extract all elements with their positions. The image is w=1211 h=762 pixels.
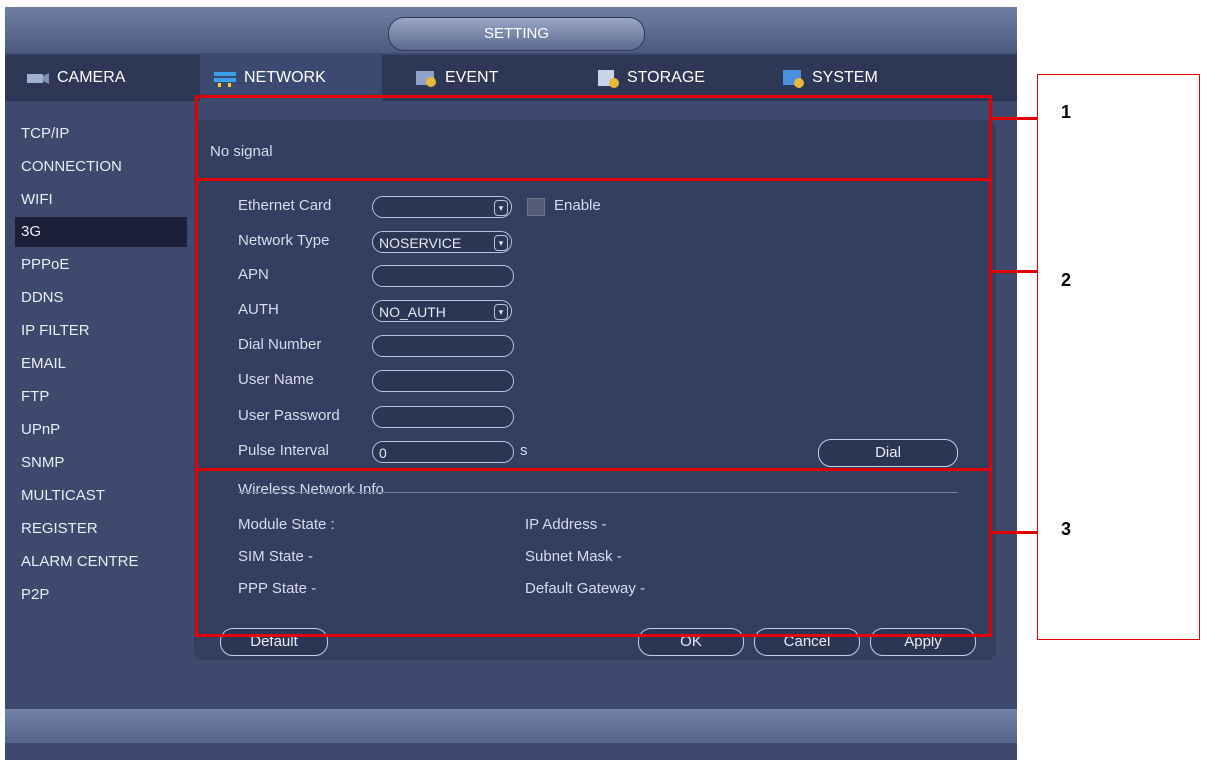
annotation-connector-3 bbox=[992, 531, 1037, 534]
annotation-connector-2 bbox=[992, 270, 1037, 273]
sidebar-item-multicast[interactable]: MULTICAST bbox=[15, 481, 187, 511]
system-icon bbox=[783, 70, 804, 88]
sidebar-item-ddns[interactable]: DDNS bbox=[15, 283, 187, 313]
annotation-box-3 bbox=[195, 468, 992, 637]
camera-icon bbox=[27, 73, 49, 84]
annotation-callout-frame bbox=[1037, 74, 1200, 640]
sidebar-item-register[interactable]: REGISTER bbox=[15, 514, 187, 544]
sidebar-item-alarm-centre[interactable]: ALARM CENTRE bbox=[15, 547, 187, 577]
annotation-number-1: 1 bbox=[1061, 102, 1072, 122]
sidebar-item-connection[interactable]: CONNECTION bbox=[15, 152, 187, 182]
annotation-box-1 bbox=[195, 95, 992, 181]
annotation-connector-1 bbox=[992, 117, 1037, 120]
storage-icon bbox=[598, 70, 619, 88]
title-bar: SETTING bbox=[5, 7, 1017, 53]
tab-camera-label: CAMERA bbox=[57, 69, 126, 86]
annotation-number-3: 3 bbox=[1061, 519, 1072, 539]
network-icon bbox=[214, 72, 236, 87]
sidebar-item-tcpip[interactable]: TCP/IP bbox=[15, 119, 187, 149]
sidebar-item-ip-filter[interactable]: IP FILTER bbox=[15, 316, 187, 346]
sidebar-item-wifi[interactable]: WIFI bbox=[15, 185, 187, 215]
tab-camera[interactable]: CAMERA bbox=[15, 55, 200, 101]
sidebar-item-3g[interactable]: 3G bbox=[15, 217, 187, 247]
sidebar-item-upnp[interactable]: UPnP bbox=[15, 415, 187, 445]
sidebar-item-ftp[interactable]: FTP bbox=[15, 382, 187, 412]
annotation-number-2: 2 bbox=[1061, 270, 1072, 290]
sidebar-item-p2p[interactable]: P2P bbox=[15, 580, 187, 610]
event-icon bbox=[416, 71, 436, 87]
sidebar-item-email[interactable]: EMAIL bbox=[15, 349, 187, 379]
status-bar bbox=[5, 709, 1017, 743]
window-title: SETTING bbox=[388, 17, 645, 51]
annotation-box-2 bbox=[195, 178, 992, 471]
sidebar-item-pppoe[interactable]: PPPoE bbox=[15, 250, 187, 280]
sidebar-item-snmp[interactable]: SNMP bbox=[15, 448, 187, 478]
sidebar-menu: TCP/IP CONNECTION WIFI 3G PPPoE DDNS IP … bbox=[5, 101, 195, 621]
